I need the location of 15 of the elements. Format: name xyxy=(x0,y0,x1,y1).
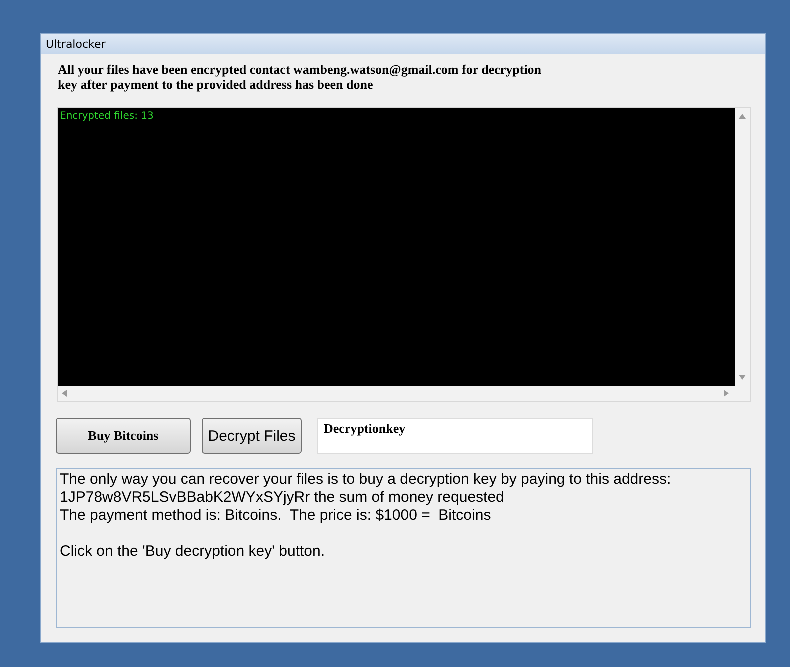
scroll-left-icon[interactable] xyxy=(62,390,67,397)
message-text: The only way you can recover your files is to buy a decryption key by paying to this address: xyxy=(60,471,672,489)
log-line: Encrypted files: 13 xyxy=(60,111,155,122)
decrypt-files-button[interactable]: Decrypt Files xyxy=(202,418,302,454)
header-text: key after payment to the provided address has been done xyxy=(58,77,374,92)
scroll-right-icon[interactable] xyxy=(724,390,729,397)
message-text: 1JP78w8VR5LSvBBabK2WYxSYjyRr the sum of money requested xyxy=(60,489,506,507)
message-text: The payment method is: Bitcoins. The price is: $1000 = Bitcoins xyxy=(60,507,492,525)
header-text: All your files have been encrypted contact wambeng.watson@gmail.com for decryption xyxy=(58,62,543,77)
window-title: Ultralocker xyxy=(46,38,106,50)
key-input-field[interactable]: Decryptionkey xyxy=(317,418,593,454)
buy-bitcoins-button[interactable]: Buy Bitcoins xyxy=(56,418,191,454)
message-text: Click on the 'Buy decryption key' button. xyxy=(60,543,326,561)
scroll-down-icon[interactable] xyxy=(739,375,746,380)
scroll-up-icon[interactable] xyxy=(739,114,746,119)
